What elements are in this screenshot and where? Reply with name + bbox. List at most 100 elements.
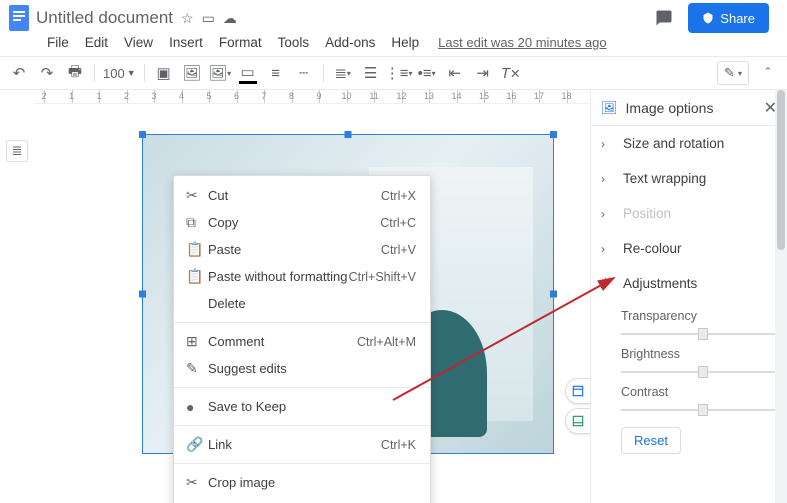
ctx-label: Paste without formatting [208,269,349,284]
last-edit-link[interactable]: Last edit was 20 minutes ago [438,35,606,50]
ctx-shortcut: Ctrl+Alt+M [357,335,416,349]
outdent-button[interactable]: ⇤ [442,60,468,86]
panel-title: Image options [626,100,756,116]
ctx-label: Suggest edits [208,361,416,376]
section-recolour[interactable]: ›Re-colour [591,231,787,266]
clear-format-button[interactable]: T✕ [498,60,524,86]
ctx-copy[interactable]: ⧉CopyCtrl+C [174,209,430,236]
ctx-crop-image[interactable]: ✂Crop image [174,469,430,496]
document-title[interactable]: Untitled document [36,8,173,28]
open-comments-button[interactable] [650,4,678,32]
menu-edit[interactable]: Edit [78,33,115,52]
move-icon[interactable]: ▭ [202,10,215,27]
ruler-label: 1 [69,91,74,101]
ctx-delete[interactable]: Delete [174,290,430,317]
collapse-toolbar-button[interactable]: ˆ [755,60,781,86]
ruler-label: 4 [179,91,184,101]
docs-logo[interactable] [6,1,32,35]
ctx-icon: ✎ [186,360,208,377]
ctx-suggest-edits[interactable]: ✎Suggest edits [174,355,430,382]
resize-handle-n[interactable] [345,131,352,138]
editing-mode-dropdown[interactable]: ✎▾ [717,61,749,85]
resize-handle-nw[interactable] [139,131,146,138]
ruler-label: 16 [506,91,516,101]
ctx-label: Paste [208,242,381,257]
resize-handle-ne[interactable] [550,131,557,138]
indent-button[interactable]: ⇥ [470,60,496,86]
ctx-label: Link [208,437,381,452]
ctx-cut[interactable]: ✂CutCtrl+X [174,182,430,209]
ctx-comment[interactable]: ⊞CommentCtrl+Alt+M [174,328,430,355]
ctx-shortcut: Ctrl+X [381,189,416,203]
ctx-icon: ● [186,399,208,415]
menu-tools[interactable]: Tools [271,33,317,52]
vertical-scrollbar[interactable] [775,90,787,503]
margin-align-top-button[interactable] [565,378,590,404]
ruler-label: 18 [561,91,571,101]
ruler-label: 17 [534,91,544,101]
show-outline-button[interactable]: ≣ [6,140,28,162]
menu-addons[interactable]: Add-ons [318,33,382,52]
reset-adjustments-button[interactable]: Reset [621,427,681,454]
ctx-paste[interactable]: 📋PasteCtrl+V [174,236,430,263]
ctx-separator [174,387,430,388]
ruler-label: 3 [151,91,156,101]
bullet-dropdown[interactable]: •≡▾ [414,60,440,86]
ruler-label: 6 [234,91,239,101]
redo-button[interactable]: ↷ [34,60,60,86]
menu-view[interactable]: View [117,33,160,52]
ruler-label: 12 [396,91,406,101]
ctx-paste-without-formatting[interactable]: 📋Paste without formattingCtrl+Shift+V [174,263,430,290]
crop-button[interactable]: ▣ [151,60,177,86]
resize-handle-w[interactable] [139,291,146,298]
border-weight-button[interactable]: ≡ [263,60,289,86]
ctx-link[interactable]: 🔗LinkCtrl+K [174,431,430,458]
contrast-slider[interactable] [621,403,775,417]
ctx-save-to-keep[interactable]: ●Save to Keep [174,393,430,420]
menu-help[interactable]: Help [384,33,426,52]
toolbar: ↶ ↷ 🖶 100▼ ▣ 🖼 🖼▾ ▭ ≡ ┄ ≣▾ ☰ ⋮≡▾ •≡▾ ⇤ ⇥… [0,56,787,90]
section-size-rotation[interactable]: ›Size and rotation [591,126,787,161]
menu-format[interactable]: Format [212,33,269,52]
transparency-slider[interactable] [621,327,775,341]
image-icon: 🖼 [601,100,618,116]
ctx-shortcut: Ctrl+C [380,216,416,230]
ruler-label: 11 [369,91,378,101]
ctx-icon: 📋 [186,268,208,285]
star-icon[interactable]: ☆ [181,10,194,27]
zoom-dropdown[interactable]: 100▼ [101,66,138,81]
margin-align-bottom-button[interactable] [565,408,590,434]
section-adjustments[interactable]: ›Adjustments [591,266,787,301]
ctx-icon: ⊞ [186,333,208,350]
ctx-shortcut: Ctrl+K [381,438,416,452]
section-text-wrapping[interactable]: ›Text wrapping [591,161,787,196]
ctx-replace-image[interactable]: Replace image▶ [174,496,430,503]
ctx-label: Copy [208,215,380,230]
ruler-label: 1 [96,91,101,101]
brightness-slider[interactable] [621,365,775,379]
resize-handle-e[interactable] [550,291,557,298]
menu-insert[interactable]: Insert [162,33,210,52]
replace-image-dropdown[interactable]: 🖼▾ [207,60,233,86]
image-options-button[interactable]: 🖼 [179,60,205,86]
print-button[interactable]: 🖶 [62,60,88,86]
ctx-label: Crop image [208,475,416,490]
ctx-label: Cut [208,188,381,203]
list-dropdown[interactable]: ⋮≡▾ [386,60,412,86]
menu-file[interactable]: File [40,33,76,52]
ctx-separator [174,463,430,464]
undo-button[interactable]: ↶ [6,60,32,86]
ctx-separator [174,425,430,426]
ctx-icon: ✂ [186,474,208,491]
scrollbar-thumb[interactable] [777,90,785,250]
align-dropdown[interactable]: ≣▾ [330,60,356,86]
border-dash-button[interactable]: ┄ [291,60,317,86]
ctx-icon: 📋 [186,241,208,258]
share-button[interactable]: Share [688,3,769,33]
border-color-button[interactable]: ▭ [235,60,261,86]
cloud-status-icon[interactable]: ☁ [223,10,237,27]
ctx-icon: ✂ [186,187,208,204]
line-spacing-button[interactable]: ☰ [358,60,384,86]
section-position: ›Position [591,196,787,231]
horizontal-ruler[interactable]: 21123456789101112131415161718 [34,90,590,104]
